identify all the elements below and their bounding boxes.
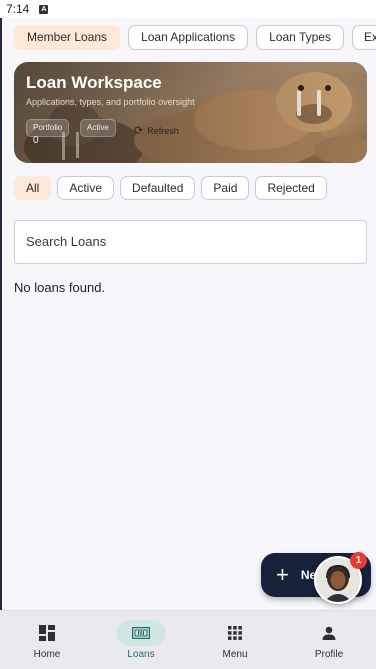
tab-loan-applications[interactable]: Loan Applications bbox=[128, 25, 249, 50]
nav-profile-label: Profile bbox=[314, 649, 344, 660]
portfolio-chip-label: Portfolio bbox=[33, 123, 63, 132]
loan-workspace-hero: Loan Workspace Applications, types, and … bbox=[14, 62, 367, 163]
nav-home[interactable]: Home bbox=[0, 611, 94, 669]
search-loans-input[interactable]: Search Loans bbox=[14, 220, 367, 264]
portfolio-chip-value: 0 bbox=[33, 135, 39, 146]
tab-member-loans[interactable]: Member Loans bbox=[14, 25, 121, 50]
nav-loans-label: Loans bbox=[127, 649, 155, 660]
grid-icon bbox=[210, 620, 260, 646]
window-edge bbox=[0, 0, 2, 669]
portfolio-chip: Portfolio 0 bbox=[26, 119, 70, 146]
filter-rejected[interactable]: Rejected bbox=[255, 176, 327, 200]
tab-extensions[interactable]: Exten bbox=[351, 25, 376, 50]
person-icon bbox=[304, 620, 354, 646]
empty-state-message: No loans found. bbox=[14, 280, 106, 295]
tab-loan-types[interactable]: Loan Types bbox=[256, 25, 344, 50]
plus-icon: + bbox=[276, 562, 289, 587]
filter-defaulted[interactable]: Defaulted bbox=[120, 176, 196, 200]
nav-profile[interactable]: Profile bbox=[282, 611, 376, 669]
filter-active[interactable]: Active bbox=[57, 176, 115, 200]
nav-home-label: Home bbox=[33, 649, 61, 660]
sim-icon: A bbox=[39, 4, 49, 14]
loan-section-tabs: Member Loans Loan Applications Loan Type… bbox=[14, 25, 376, 50]
refresh-label: Refresh bbox=[147, 126, 179, 136]
refresh-button[interactable]: ⟳ Refresh bbox=[134, 125, 179, 137]
filter-paid[interactable]: Paid bbox=[201, 176, 250, 200]
nav-menu[interactable]: Menu bbox=[188, 611, 282, 669]
refresh-icon: ⟳ bbox=[134, 125, 144, 137]
active-chip: Active bbox=[80, 119, 116, 137]
status-filters: All Active Defaulted Paid Rejected bbox=[14, 176, 327, 200]
hero-subtitle: Applications, types, and portfolio overs… bbox=[26, 97, 195, 107]
hero-title: Loan Workspace bbox=[26, 73, 162, 92]
status-time: 7:14 bbox=[6, 2, 30, 16]
dashboard-icon bbox=[22, 620, 72, 646]
filter-all[interactable]: All bbox=[14, 176, 52, 200]
nav-loans[interactable]: Loans bbox=[94, 611, 188, 669]
nav-menu-label: Menu bbox=[222, 649, 248, 660]
notification-badge: 1 bbox=[350, 552, 367, 569]
status-bar: 7:14 A bbox=[0, 0, 376, 18]
money-icon bbox=[116, 620, 166, 646]
bottom-navigation: Home Loans Menu Profile bbox=[0, 610, 376, 669]
